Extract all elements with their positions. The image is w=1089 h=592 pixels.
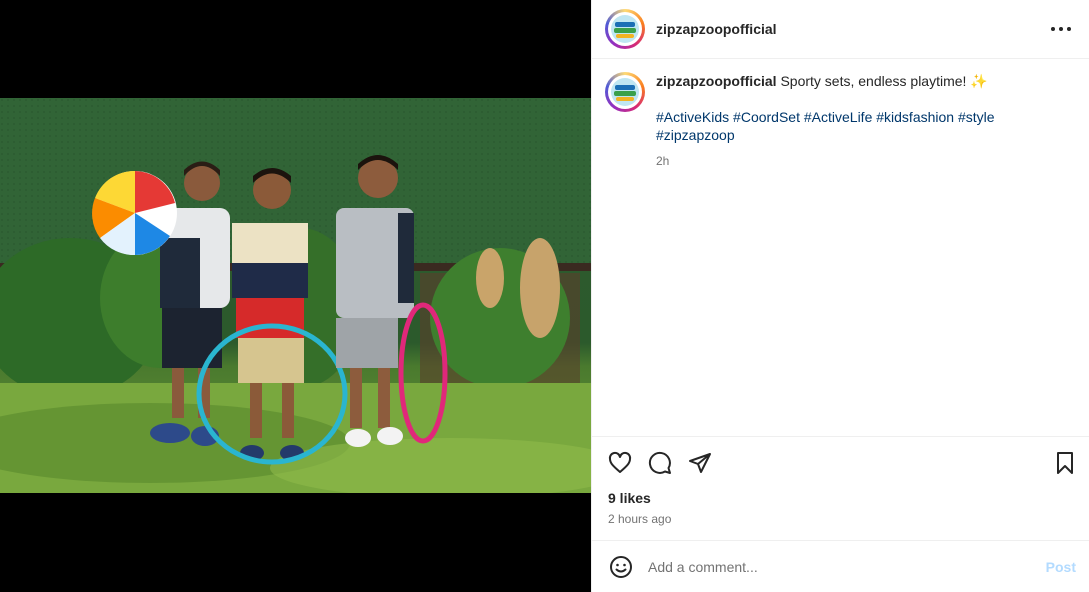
kids-playing-photo <box>0 98 591 493</box>
brand-logo <box>611 78 639 106</box>
comment-bubble-icon[interactable] <box>648 451 672 475</box>
post-comment-button[interactable]: Post <box>1046 559 1076 575</box>
post-header: zipzapzoopofficial <box>592 0 1089 59</box>
post-timestamp[interactable]: 2 hours ago <box>592 512 1089 526</box>
heart-icon[interactable] <box>608 451 632 475</box>
paper-plane-icon[interactable] <box>688 451 712 475</box>
action-bar <box>592 437 1089 489</box>
hashtag-link[interactable]: #zipzapzoop <box>656 127 735 143</box>
hashtag-link[interactable]: #style <box>958 109 995 125</box>
hashtag-link[interactable]: #kidsfashion <box>876 109 954 125</box>
hashtag-link[interactable]: #CoordSet <box>733 109 800 125</box>
likes-count[interactable]: 9 likes <box>592 490 1089 506</box>
brand-logo <box>611 15 639 43</box>
post-media-pane <box>0 0 591 592</box>
post-actions-area: 9 likes 2 hours ago <box>592 436 1089 540</box>
hashtag-link[interactable]: #ActiveKids <box>656 109 729 125</box>
avatar[interactable] <box>605 9 645 49</box>
caption-timestamp[interactable]: 2h <box>656 152 1073 170</box>
header-username[interactable]: zipzapzoopofficial <box>656 21 1049 37</box>
emoji-smiley-icon[interactable] <box>608 554 634 580</box>
add-comment-bar: Post <box>592 540 1089 592</box>
hashtag-link[interactable]: #ActiveLife <box>804 109 872 125</box>
post-photo[interactable] <box>0 98 591 493</box>
caption: zipzapzoopofficial Sporty sets, endless … <box>605 72 1073 170</box>
post-details-panel: zipzapzoopofficial zipzapzoopofficial Sp… <box>591 0 1089 592</box>
comment-input[interactable] <box>648 558 1046 575</box>
comments-section: zipzapzoopofficial Sporty sets, endless … <box>592 59 1089 436</box>
caption-avatar[interactable] <box>605 72 645 112</box>
caption-text: Sporty sets, endless playtime! ✨ <box>780 73 988 89</box>
bookmark-icon[interactable] <box>1053 451 1077 475</box>
hashtag-list: #ActiveKids #CoordSet #ActiveLife #kidsf… <box>656 108 1073 144</box>
caption-username[interactable]: zipzapzoopofficial <box>656 73 777 89</box>
more-options-icon[interactable] <box>1049 17 1073 41</box>
